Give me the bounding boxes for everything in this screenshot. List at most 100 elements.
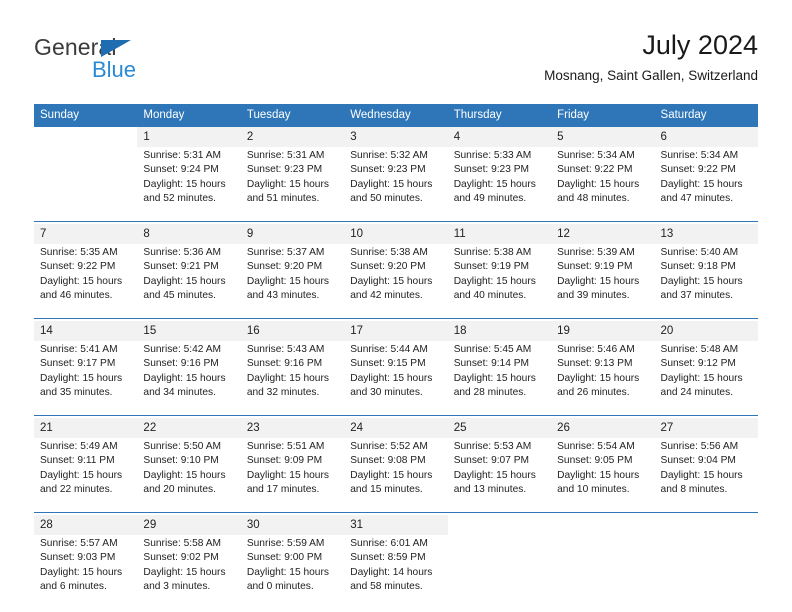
sunset-text: Sunset: 9:12 PM xyxy=(660,358,736,370)
day-number[interactable]: 15 xyxy=(137,321,241,341)
daylight-text-line2: and 49 minutes. xyxy=(453,193,527,205)
day-cell[interactable]: Sunrise: 5:36 AM Sunset: 9:21 PM Daylight:… xyxy=(137,244,241,319)
day-number[interactable]: 8 xyxy=(137,224,241,244)
sunrise-text: Sunrise: 5:36 AM xyxy=(143,247,222,258)
day-number[interactable]: 14 xyxy=(34,321,138,341)
sunset-text: Sunset: 9:05 PM xyxy=(557,455,633,467)
day-number[interactable]: 21 xyxy=(34,418,138,438)
day-number[interactable]: 20 xyxy=(654,321,758,341)
sunrise-text: Sunrise: 5:50 AM xyxy=(143,441,222,452)
day-cell[interactable]: Sunrise: 5:49 AM Sunset: 9:11 PM Daylight:… xyxy=(34,438,138,513)
day-cell[interactable]: Sunrise: 5:43 AM Sunset: 9:16 PM Daylight:… xyxy=(240,341,345,416)
sunset-text: Sunset: 9:03 PM xyxy=(40,552,116,564)
day-number[interactable]: 16 xyxy=(240,321,345,341)
sunset-text: Sunset: 9:23 PM xyxy=(453,164,530,176)
daylight-text-line2: and 34 minutes. xyxy=(143,387,216,399)
day-cell[interactable]: Sunrise: 5:56 AM Sunset: 9:04 PM Daylight:… xyxy=(654,438,758,513)
day-cell[interactable]: Sunrise: 5:37 AM Sunset: 9:20 PM Daylight:… xyxy=(240,244,345,319)
day-cell[interactable]: Sunrise: 5:39 AM Sunset: 9:19 PM Daylight:… xyxy=(551,244,655,319)
day-cell[interactable]: Sunrise: 6:01 AM Sunset: 8:59 PM Daylight:… xyxy=(344,535,448,609)
day-cell[interactable]: Sunrise: 5:38 AM Sunset: 9:20 PM Daylight:… xyxy=(344,244,448,319)
day-cell[interactable]: Sunrise: 5:54 AM Sunset: 9:05 PM Daylight:… xyxy=(551,438,655,513)
sunset-text: Sunset: 9:18 PM xyxy=(660,261,736,273)
day-number[interactable]: 13 xyxy=(654,224,758,244)
day-cell[interactable]: Sunrise: 5:46 AM Sunset: 9:13 PM Daylight:… xyxy=(551,341,655,416)
day-number[interactable]: 19 xyxy=(551,321,655,341)
day-number[interactable]: 25 xyxy=(447,418,552,438)
day-number[interactable]: 1 xyxy=(137,127,241,147)
day-cell[interactable]: Sunrise: 5:58 AM Sunset: 9:02 PM Daylight:… xyxy=(137,535,241,609)
day-number[interactable]: 5 xyxy=(551,127,655,147)
sunrise-text: Sunrise: 5:51 AM xyxy=(246,441,325,452)
daylight-text-line2: and 30 minutes. xyxy=(350,387,423,399)
sunrise-text: Sunrise: 5:53 AM xyxy=(453,441,532,452)
day-cell[interactable]: Sunrise: 5:53 AM Sunset: 9:07 PM Daylight:… xyxy=(447,438,552,513)
daylight-text-line1: Daylight: 15 hours xyxy=(453,275,536,287)
day-cell[interactable]: Sunrise: 5:44 AM Sunset: 9:15 PM Daylight:… xyxy=(344,341,448,416)
day-cell[interactable]: Sunrise: 5:41 AM Sunset: 9:17 PM Daylight:… xyxy=(34,341,138,416)
sunset-text: Sunset: 9:10 PM xyxy=(143,455,219,467)
day-cell[interactable]: Sunrise: 5:57 AM Sunset: 9:03 PM Daylight:… xyxy=(34,535,138,609)
sunset-text: Sunset: 9:20 PM xyxy=(246,261,323,273)
daylight-text-line2: and 39 minutes. xyxy=(557,290,630,302)
day-number[interactable]: 3 xyxy=(344,127,448,147)
daylight-text-line1: Daylight: 15 hours xyxy=(453,372,536,384)
day-number[interactable]: 11 xyxy=(447,224,552,244)
daylight-text-line2: and 13 minutes. xyxy=(453,484,527,496)
daylight-text-line1: Daylight: 14 hours xyxy=(350,566,433,578)
day-number[interactable]: 27 xyxy=(654,418,758,438)
sunset-text: Sunset: 9:23 PM xyxy=(246,164,323,176)
daylight-text-line1: Daylight: 15 hours xyxy=(557,372,640,384)
daylight-text-line1: Daylight: 15 hours xyxy=(660,275,743,287)
day-cell[interactable]: Sunrise: 5:34 AM Sunset: 9:22 PM Daylight:… xyxy=(654,147,758,222)
day-number[interactable]: 6 xyxy=(654,127,758,147)
day-cell-empty xyxy=(447,535,552,609)
day-cell[interactable]: Sunrise: 5:59 AM Sunset: 9:00 PM Daylight:… xyxy=(240,535,345,609)
day-number[interactable]: 12 xyxy=(551,224,655,244)
day-cell[interactable]: Sunrise: 5:35 AM Sunset: 9:22 PM Daylight:… xyxy=(34,244,138,319)
sunrise-text: Sunrise: 5:49 AM xyxy=(40,441,118,452)
weekday-header-sunday: Sunday xyxy=(34,104,138,127)
general-blue-logo[interactable]: General Blue xyxy=(34,34,224,90)
daylight-text-line2: and 47 minutes. xyxy=(660,193,734,205)
day-number[interactable]: 9 xyxy=(240,224,345,244)
day-number-empty xyxy=(447,515,552,535)
day-number[interactable]: 29 xyxy=(137,515,241,535)
day-cell[interactable]: Sunrise: 5:50 AM Sunset: 9:10 PM Daylight:… xyxy=(137,438,241,513)
sunset-text: Sunset: 9:17 PM xyxy=(40,358,116,370)
day-number[interactable]: 18 xyxy=(447,321,552,341)
day-number[interactable]: 2 xyxy=(240,127,345,147)
day-cell[interactable]: Sunrise: 5:42 AM Sunset: 9:16 PM Daylight:… xyxy=(137,341,241,416)
day-number[interactable]: 10 xyxy=(344,224,448,244)
day-cell[interactable]: Sunrise: 5:31 AM Sunset: 9:23 PM Daylight:… xyxy=(240,147,345,222)
day-cell[interactable]: Sunrise: 5:51 AM Sunset: 9:09 PM Daylight:… xyxy=(240,438,345,513)
day-cell[interactable]: Sunrise: 5:40 AM Sunset: 9:18 PM Daylight:… xyxy=(654,244,758,319)
day-cell[interactable]: Sunrise: 5:32 AM Sunset: 9:23 PM Daylight:… xyxy=(344,147,448,222)
day-number[interactable]: 28 xyxy=(34,515,138,535)
daylight-text-line1: Daylight: 15 hours xyxy=(350,178,433,190)
day-number[interactable]: 17 xyxy=(344,321,448,341)
day-number-empty xyxy=(34,127,138,147)
day-number[interactable]: 4 xyxy=(447,127,552,147)
daylight-text-line1: Daylight: 15 hours xyxy=(40,372,123,384)
day-number[interactable]: 30 xyxy=(240,515,345,535)
day-number[interactable]: 22 xyxy=(137,418,241,438)
sunset-text: Sunset: 9:23 PM xyxy=(350,164,426,176)
day-number[interactable]: 26 xyxy=(551,418,655,438)
daylight-text-line2: and 52 minutes. xyxy=(143,193,216,205)
day-cell[interactable]: Sunrise: 5:52 AM Sunset: 9:08 PM Daylight:… xyxy=(344,438,448,513)
day-cell[interactable]: Sunrise: 5:38 AM Sunset: 9:19 PM Daylight:… xyxy=(447,244,552,319)
day-cell[interactable]: Sunrise: 5:31 AM Sunset: 9:24 PM Daylight:… xyxy=(137,147,241,222)
day-number[interactable]: 7 xyxy=(34,224,138,244)
weekday-header-tuesday: Tuesday xyxy=(240,104,345,127)
day-number[interactable]: 24 xyxy=(344,418,448,438)
daylight-text-line1: Daylight: 15 hours xyxy=(246,566,329,578)
day-number[interactable]: 23 xyxy=(240,418,345,438)
sunset-text: Sunset: 9:19 PM xyxy=(453,261,530,273)
day-cell[interactable]: Sunrise: 5:45 AM Sunset: 9:14 PM Daylight:… xyxy=(447,341,552,416)
day-cell[interactable]: Sunrise: 5:48 AM Sunset: 9:12 PM Daylight:… xyxy=(654,341,758,416)
day-cell[interactable]: Sunrise: 5:33 AM Sunset: 9:23 PM Daylight:… xyxy=(447,147,552,222)
day-number[interactable]: 31 xyxy=(344,515,448,535)
week-date-row: 14 15 16 17 18 19 20 xyxy=(34,321,758,341)
day-cell[interactable]: Sunrise: 5:34 AM Sunset: 9:22 PM Daylight:… xyxy=(551,147,655,222)
